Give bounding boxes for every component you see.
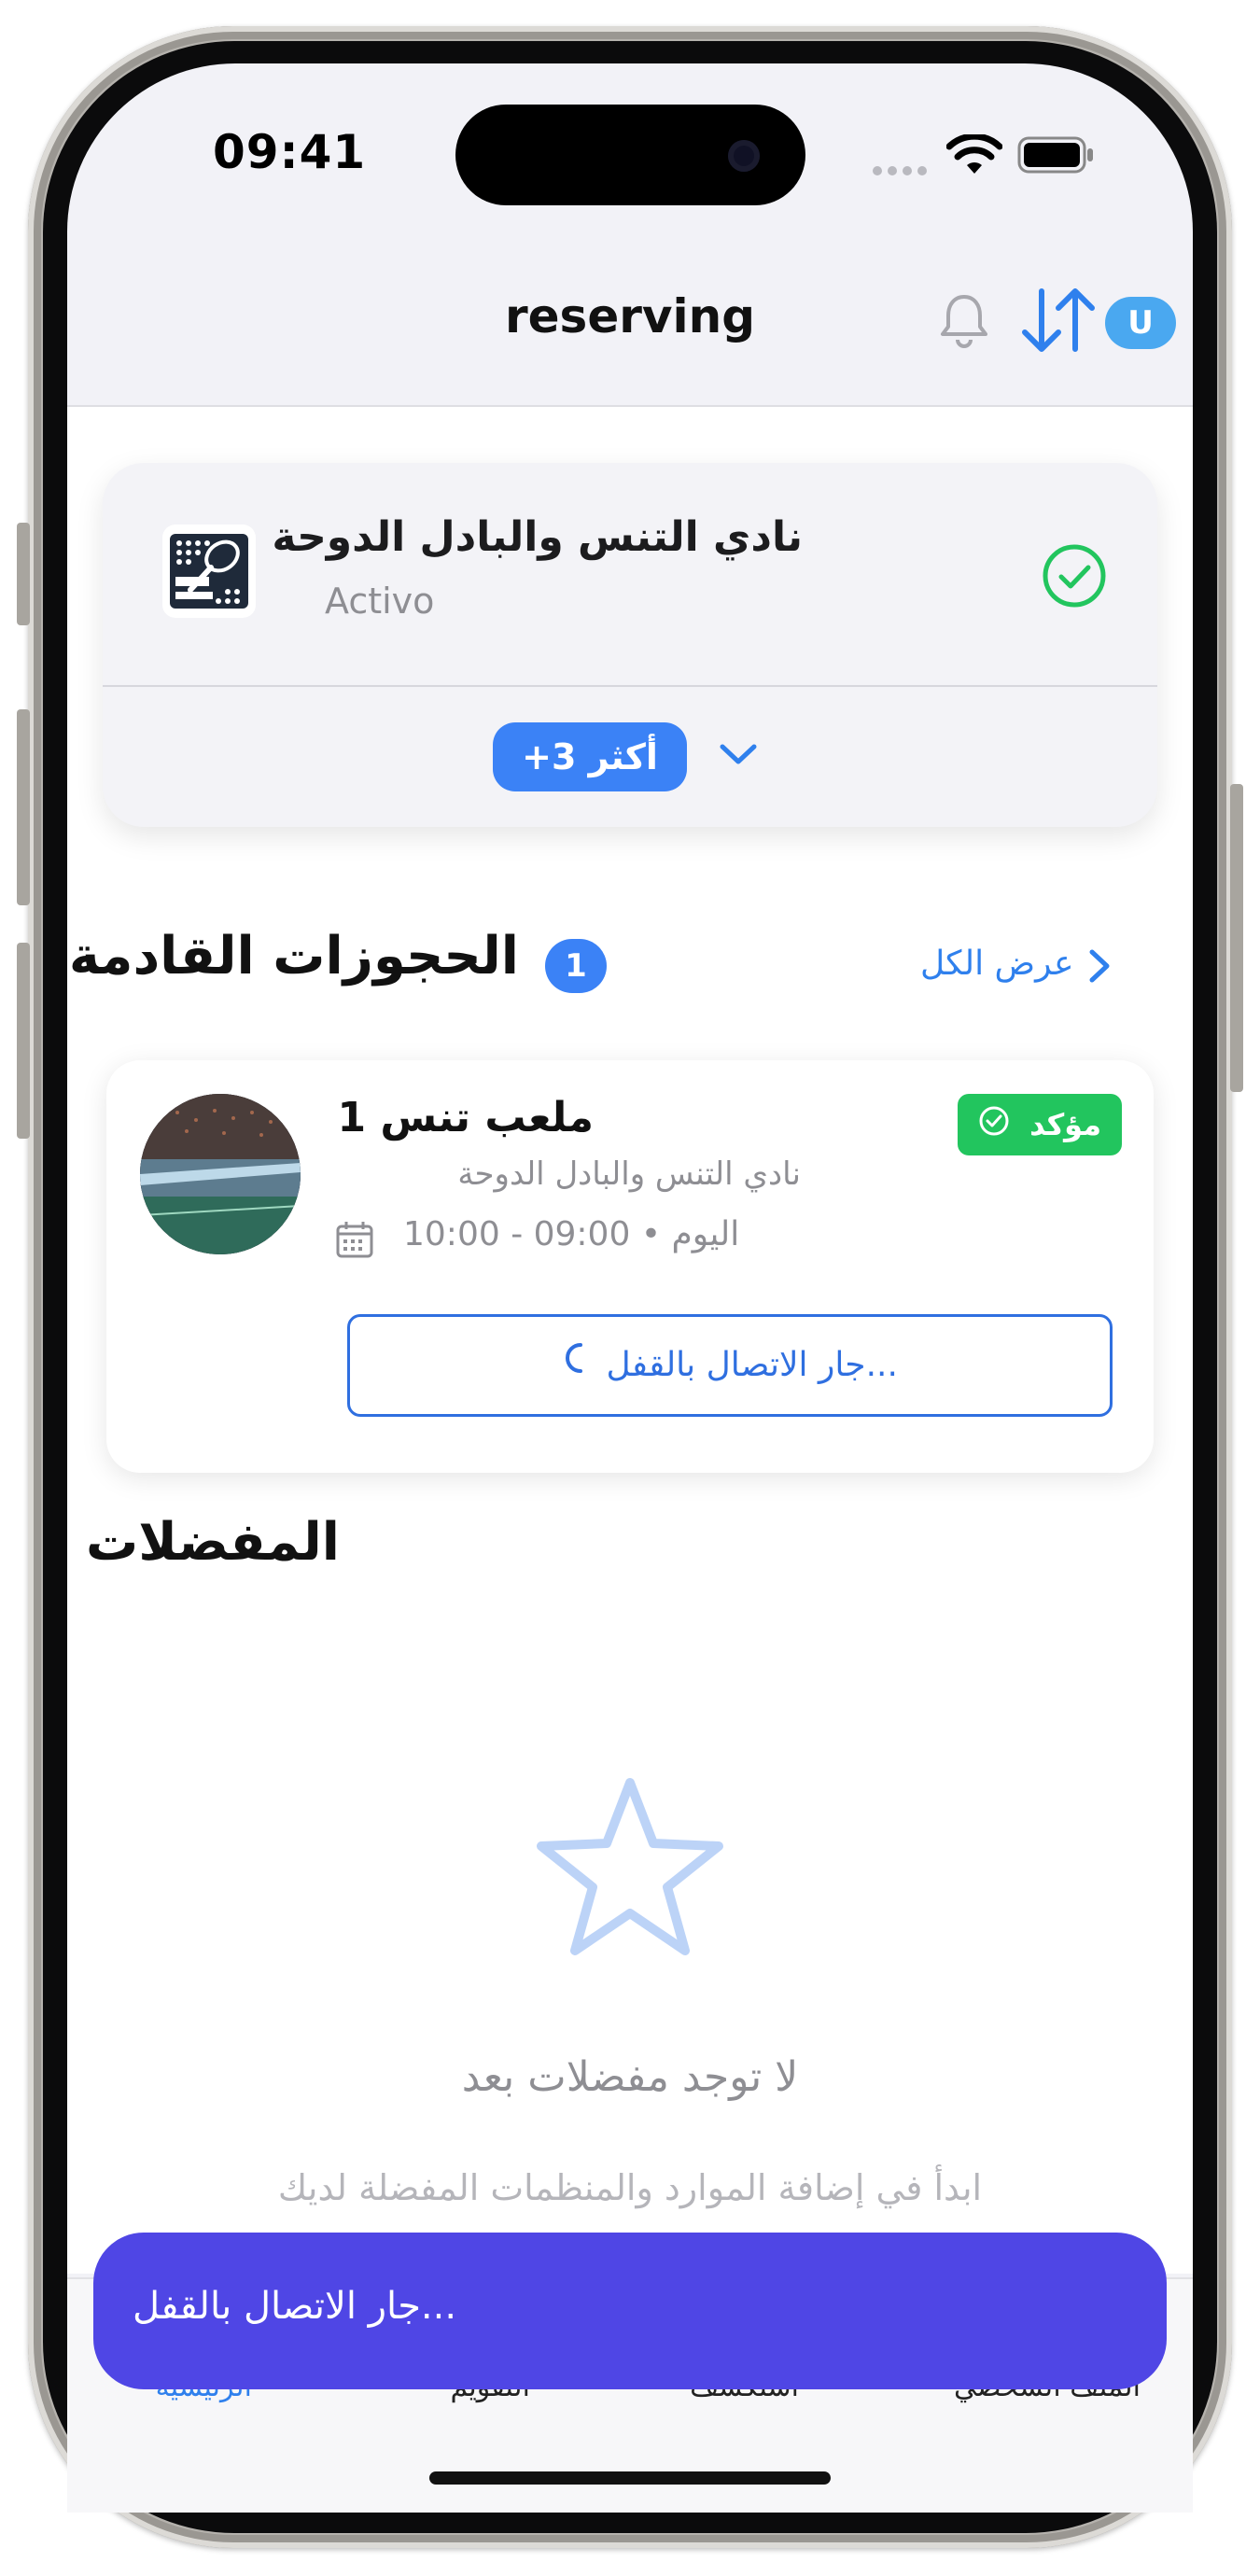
action-button [17,523,30,625]
booking-time-row: 10:00 - 09:00 • اليوم [403,1215,739,1253]
lock-button-label: ...جار الاتصال بالقفل [606,1346,898,1384]
club-name: نادي التنس والبادل الدوحة [457,1155,801,1193]
volume-up-button [17,709,30,905]
booking-time-range: 10:00 - 09:00 [403,1215,631,1253]
bell-icon[interactable] [933,289,995,355]
organization-logo [162,525,256,618]
signal-icon [872,162,930,180]
chevron-right-icon[interactable] [1083,945,1114,991]
connect-lock-button[interactable]: ...جار الاتصال بالقفل [347,1314,1113,1417]
home-indicator [429,2471,831,2485]
separator-dot: • [630,1215,672,1253]
organization-name: نادي التنس والبادل الدوحة [272,513,803,561]
confirmed-status-badge: مؤكد [958,1094,1122,1155]
check-circle-icon [978,1096,1010,1157]
confirmed-label: مؤكد [1029,1107,1102,1142]
avatar[interactable]: U [1105,297,1176,349]
organization-card[interactable]: نادي التنس والبادل الدوحة Activo أكثر 3+ [103,463,1157,827]
upcoming-section-title: الحجوزات القادمة [68,926,519,987]
favorites-section-title: المفضلات [85,1512,340,1573]
booking-day: اليوم [671,1215,740,1253]
court-thumbnail [140,1094,301,1254]
booking-card[interactable]: مؤكد ملعب تنس 1 نادي التنس والبادل الدوح… [106,1060,1154,1473]
status-time: 09:41 [213,125,367,179]
toast-message: ...جار الاتصال بالقفل [133,2285,457,2328]
wifi-icon [945,133,1003,179]
calendar-icon [334,1219,375,1264]
sort-arrows-icon[interactable] [1019,284,1099,360]
power-button [1230,784,1243,1092]
check-circle-icon [1042,543,1107,612]
camera-dot [728,140,760,172]
upcoming-count-badge: 1 [545,939,607,993]
volume-down-button [17,943,30,1139]
card-divider [103,685,1157,687]
battery-icon [1017,136,1096,177]
star-icon [532,1773,728,1964]
more-organizations-button[interactable]: أكثر 3+ [493,722,687,791]
loading-spinner-icon [562,1318,590,1415]
court-name: ملعب تنس 1 [337,1094,594,1141]
organization-status: Activo [325,581,435,622]
empty-favorites-subtitle: ابدأ في إضافة الموارد والمنظمات المفضلة … [277,2167,983,2208]
chevron-down-icon[interactable] [715,735,762,777]
see-all-link[interactable]: عرض الكل [920,945,1073,983]
empty-favorites-title: لا توجد مفضلات بعد [461,2053,799,2101]
